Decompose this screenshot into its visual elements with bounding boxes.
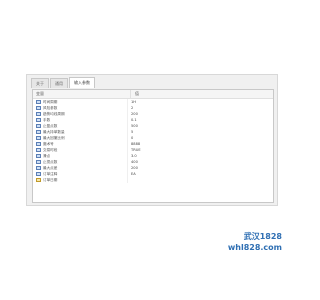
ea-properties-dialog: 关于 通用 输入参数 变量 值 时间周期 1H 风险参数 2 趋势均线周期 200 手… bbox=[26, 74, 278, 206]
header-variable[interactable]: 变量 bbox=[33, 90, 131, 98]
table-icon bbox=[36, 130, 41, 134]
param-row[interactable]: 订单日期 bbox=[33, 177, 273, 183]
watermark-line1: 武汉1828 bbox=[243, 232, 282, 241]
table-icon bbox=[36, 124, 41, 128]
site-watermark: 武汉1828 whl828.com bbox=[228, 232, 282, 253]
table-icon bbox=[36, 136, 41, 140]
table-icon bbox=[36, 166, 41, 170]
table-icon bbox=[36, 142, 41, 146]
dialog-tabs: 关于 通用 输入参数 bbox=[31, 77, 95, 88]
table-icon bbox=[36, 112, 41, 116]
table-icon bbox=[36, 118, 41, 122]
column-separator bbox=[127, 177, 128, 183]
table-icon bbox=[36, 100, 41, 104]
inputs-panel: 变量 值 时间周期 1H 风险参数 2 趋势均线周期 200 手数 0.1 止盈点数 50… bbox=[32, 89, 274, 203]
watermark-line2: whl828.com bbox=[227, 243, 282, 252]
table-icon bbox=[36, 160, 41, 164]
params-list: 时间周期 1H 风险参数 2 趋势均线周期 200 手数 0.1 止盈点数 500 最大持… bbox=[33, 99, 273, 183]
table-icon bbox=[36, 172, 41, 176]
params-header: 变量 值 bbox=[33, 90, 273, 99]
table-icon bbox=[36, 154, 41, 158]
tab-about[interactable]: 关于 bbox=[31, 78, 49, 88]
header-value[interactable]: 值 bbox=[131, 90, 139, 98]
warning-icon bbox=[36, 178, 41, 182]
tab-common[interactable]: 通用 bbox=[50, 78, 68, 88]
table-icon bbox=[36, 106, 41, 110]
param-name: 订单日期 bbox=[43, 178, 58, 182]
table-icon bbox=[36, 148, 41, 152]
param-value[interactable]: EA bbox=[131, 171, 136, 177]
tab-inputs[interactable]: 输入参数 bbox=[69, 77, 95, 88]
